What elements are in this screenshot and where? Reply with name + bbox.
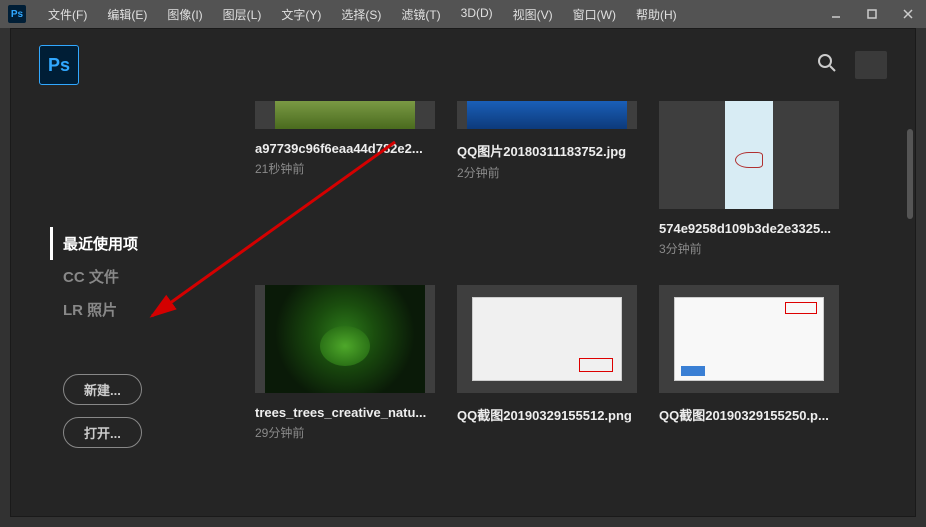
scrollbar[interactable] [905, 29, 915, 516]
menu-item[interactable]: 文字(Y) [271, 6, 331, 23]
menu-item[interactable]: 选择(S) [331, 6, 391, 23]
menu-item[interactable]: 窗口(W) [563, 6, 626, 23]
new-button[interactable]: 新建... [63, 374, 142, 405]
file-card[interactable]: a97739c96f6eaa44d782e2... 21秒钟前 [255, 101, 435, 257]
app-icon-small: Ps [8, 5, 26, 23]
file-time: 21秒钟前 [255, 160, 435, 177]
file-time: 2分钟前 [457, 164, 637, 181]
menu-item[interactable]: 编辑(E) [97, 6, 157, 23]
sidebar-tab[interactable]: 最近使用项 [50, 227, 241, 260]
maximize-button[interactable] [854, 0, 890, 28]
scrollbar-thumb[interactable] [907, 129, 913, 219]
file-time: 3分钟前 [659, 240, 839, 257]
sidebar-tab[interactable]: CC 文件 [63, 260, 241, 293]
file-thumbnail [457, 285, 637, 393]
start-header: Ps [11, 29, 915, 101]
file-thumbnail [255, 285, 435, 393]
menu-item[interactable]: 帮助(H) [626, 6, 687, 23]
file-name: 574e9258d109b3de2e3325... [659, 221, 839, 236]
window-controls [818, 0, 926, 28]
menu-item[interactable]: 图像(I) [157, 6, 212, 23]
file-card[interactable]: QQ图片20180311183752.jpg 2分钟前 [457, 101, 637, 257]
menu-item[interactable]: 文件(F) [38, 6, 97, 23]
file-name: a97739c96f6eaa44d782e2... [255, 141, 435, 156]
file-name: QQ截图20190329155512.png [457, 405, 637, 424]
minimize-button[interactable] [818, 0, 854, 28]
file-thumbnail [457, 101, 637, 129]
file-name: QQ图片20180311183752.jpg [457, 141, 637, 160]
file-name: QQ截图20190329155250.p... [659, 405, 839, 424]
file-thumbnail [659, 101, 839, 209]
file-thumbnail [659, 285, 839, 393]
file-card[interactable]: QQ截图20190329155250.p... [659, 285, 839, 441]
menubar: Ps 文件(F)编辑(E)图像(I)图层(L)文字(Y)选择(S)滤镜(T)3D… [0, 0, 926, 28]
sidebar: 最近使用项CC 文件LR 照片 新建... 打开... [11, 101, 241, 516]
file-thumbnail [255, 101, 435, 129]
menu-item[interactable]: 图层(L) [213, 6, 272, 23]
menu-item[interactable]: 滤镜(T) [391, 6, 450, 23]
file-name: trees_trees_creative_natu... [255, 405, 435, 420]
menu-item[interactable]: 3D(D) [451, 6, 503, 23]
search-icon[interactable] [817, 53, 837, 78]
file-card[interactable]: 574e9258d109b3de2e3325... 3分钟前 [659, 101, 839, 257]
menu-item[interactable]: 视图(V) [503, 6, 563, 23]
sidebar-tab[interactable]: LR 照片 [63, 293, 241, 326]
close-button[interactable] [890, 0, 926, 28]
file-card[interactable]: QQ截图20190329155512.png [457, 285, 637, 441]
open-button[interactable]: 打开... [63, 417, 142, 448]
file-time: 29分钟前 [255, 424, 435, 441]
file-card[interactable]: trees_trees_creative_natu... 29分钟前 [255, 285, 435, 441]
account-button[interactable] [855, 51, 887, 79]
app-logo: Ps [39, 45, 79, 85]
